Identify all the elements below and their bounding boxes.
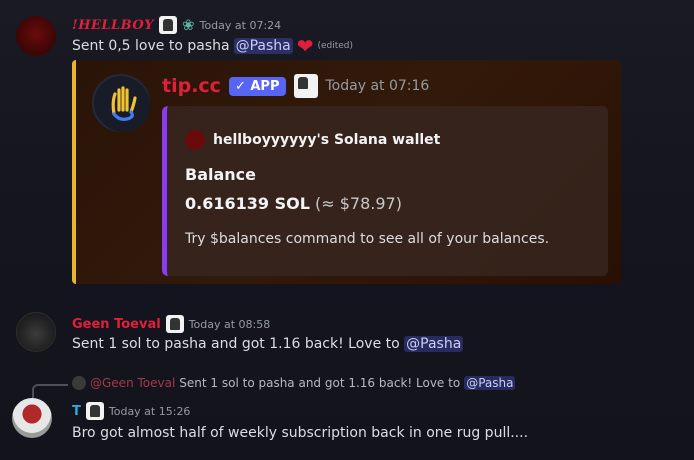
avatar-geen-toeval[interactable] xyxy=(16,312,56,352)
message-header: T Today at 15:26 xyxy=(72,402,190,420)
mention-pasha[interactable]: @Pasha xyxy=(233,38,293,54)
balance-usd: (≈ $78.97) xyxy=(315,194,402,213)
wallet-title: hellboyyyyyy's Solana wallet xyxy=(213,132,441,148)
mention-pasha[interactable]: @Pasha xyxy=(404,336,464,352)
author-name[interactable]: Geen Toeval xyxy=(72,317,161,332)
timestamp: Today at 07:24 xyxy=(199,18,282,32)
message-body: Sent 0,5 love to pasha @Pasha ❤ (edited) xyxy=(72,34,354,58)
message-text: Sent 1 sol to pasha and got 1.16 back! L… xyxy=(72,336,400,352)
tipcc-embed: tip.cc ✓ APP Today at 07:16 hellboyyyyyy… xyxy=(72,60,621,284)
wallet-card: hellboyyyyyy's Solana wallet Balance 0.6… xyxy=(162,106,608,276)
tipcc-hand-icon xyxy=(96,78,150,132)
avatar-hellboy[interactable] xyxy=(16,16,56,56)
author-name[interactable]: !HELLBOY xyxy=(72,18,154,33)
timestamp: Today at 15:26 xyxy=(108,404,191,418)
heart-icon: ❤ xyxy=(296,34,314,58)
wallet-owner-icon xyxy=(185,130,205,150)
message-header: Geen Toeval Today at 08:58 xyxy=(72,315,270,333)
embed-header: tip.cc ✓ APP Today at 07:16 xyxy=(162,74,429,98)
reply-text: Sent 1 sol to pasha and got 1.16 back! L… xyxy=(179,376,461,390)
balance-value: 0.616139 SOL (≈ $78.97) xyxy=(185,194,402,213)
lotus-icon: ❀ xyxy=(182,16,195,34)
avatar-t[interactable] xyxy=(12,398,52,438)
mention-pasha[interactable]: @Pasha xyxy=(464,376,516,390)
bot-name[interactable]: tip.cc xyxy=(162,75,221,97)
edited-label: (edited) xyxy=(317,41,354,51)
author-name[interactable]: T xyxy=(72,404,81,419)
balance-hint: Try $balances command to see all of your… xyxy=(185,231,550,247)
role-badge-icon xyxy=(293,74,318,98)
timestamp: Today at 07:16 xyxy=(325,78,430,94)
message-text: Bro got almost half of weekly subscripti… xyxy=(72,425,529,441)
message-header: !HELLBOY ❀ Today at 07:24 xyxy=(72,16,281,34)
reply-spine xyxy=(32,384,68,398)
reply-content: @Geen Toeval Sent 1 sol to pasha and got… xyxy=(72,376,516,390)
balance-amount: 0.616139 SOL xyxy=(185,194,310,213)
balance-label: Balance xyxy=(185,165,256,184)
reply-avatar xyxy=(72,376,86,390)
message-body: Sent 1 sol to pasha and got 1.16 back! L… xyxy=(72,336,464,352)
reply-author[interactable]: @Geen Toeval xyxy=(90,376,175,390)
app-badge: ✓ APP xyxy=(228,76,286,96)
message-body: Bro got almost half of weekly subscripti… xyxy=(72,425,528,441)
message-text: Sent 0,5 love to pasha xyxy=(72,38,230,54)
timestamp: Today at 08:58 xyxy=(188,317,271,331)
role-badge-icon xyxy=(85,402,104,420)
tipcc-avatar[interactable] xyxy=(92,74,150,132)
role-badge-icon xyxy=(159,16,178,34)
role-badge-icon xyxy=(165,315,184,333)
wallet-header: hellboyyyyyy's Solana wallet xyxy=(185,130,440,150)
